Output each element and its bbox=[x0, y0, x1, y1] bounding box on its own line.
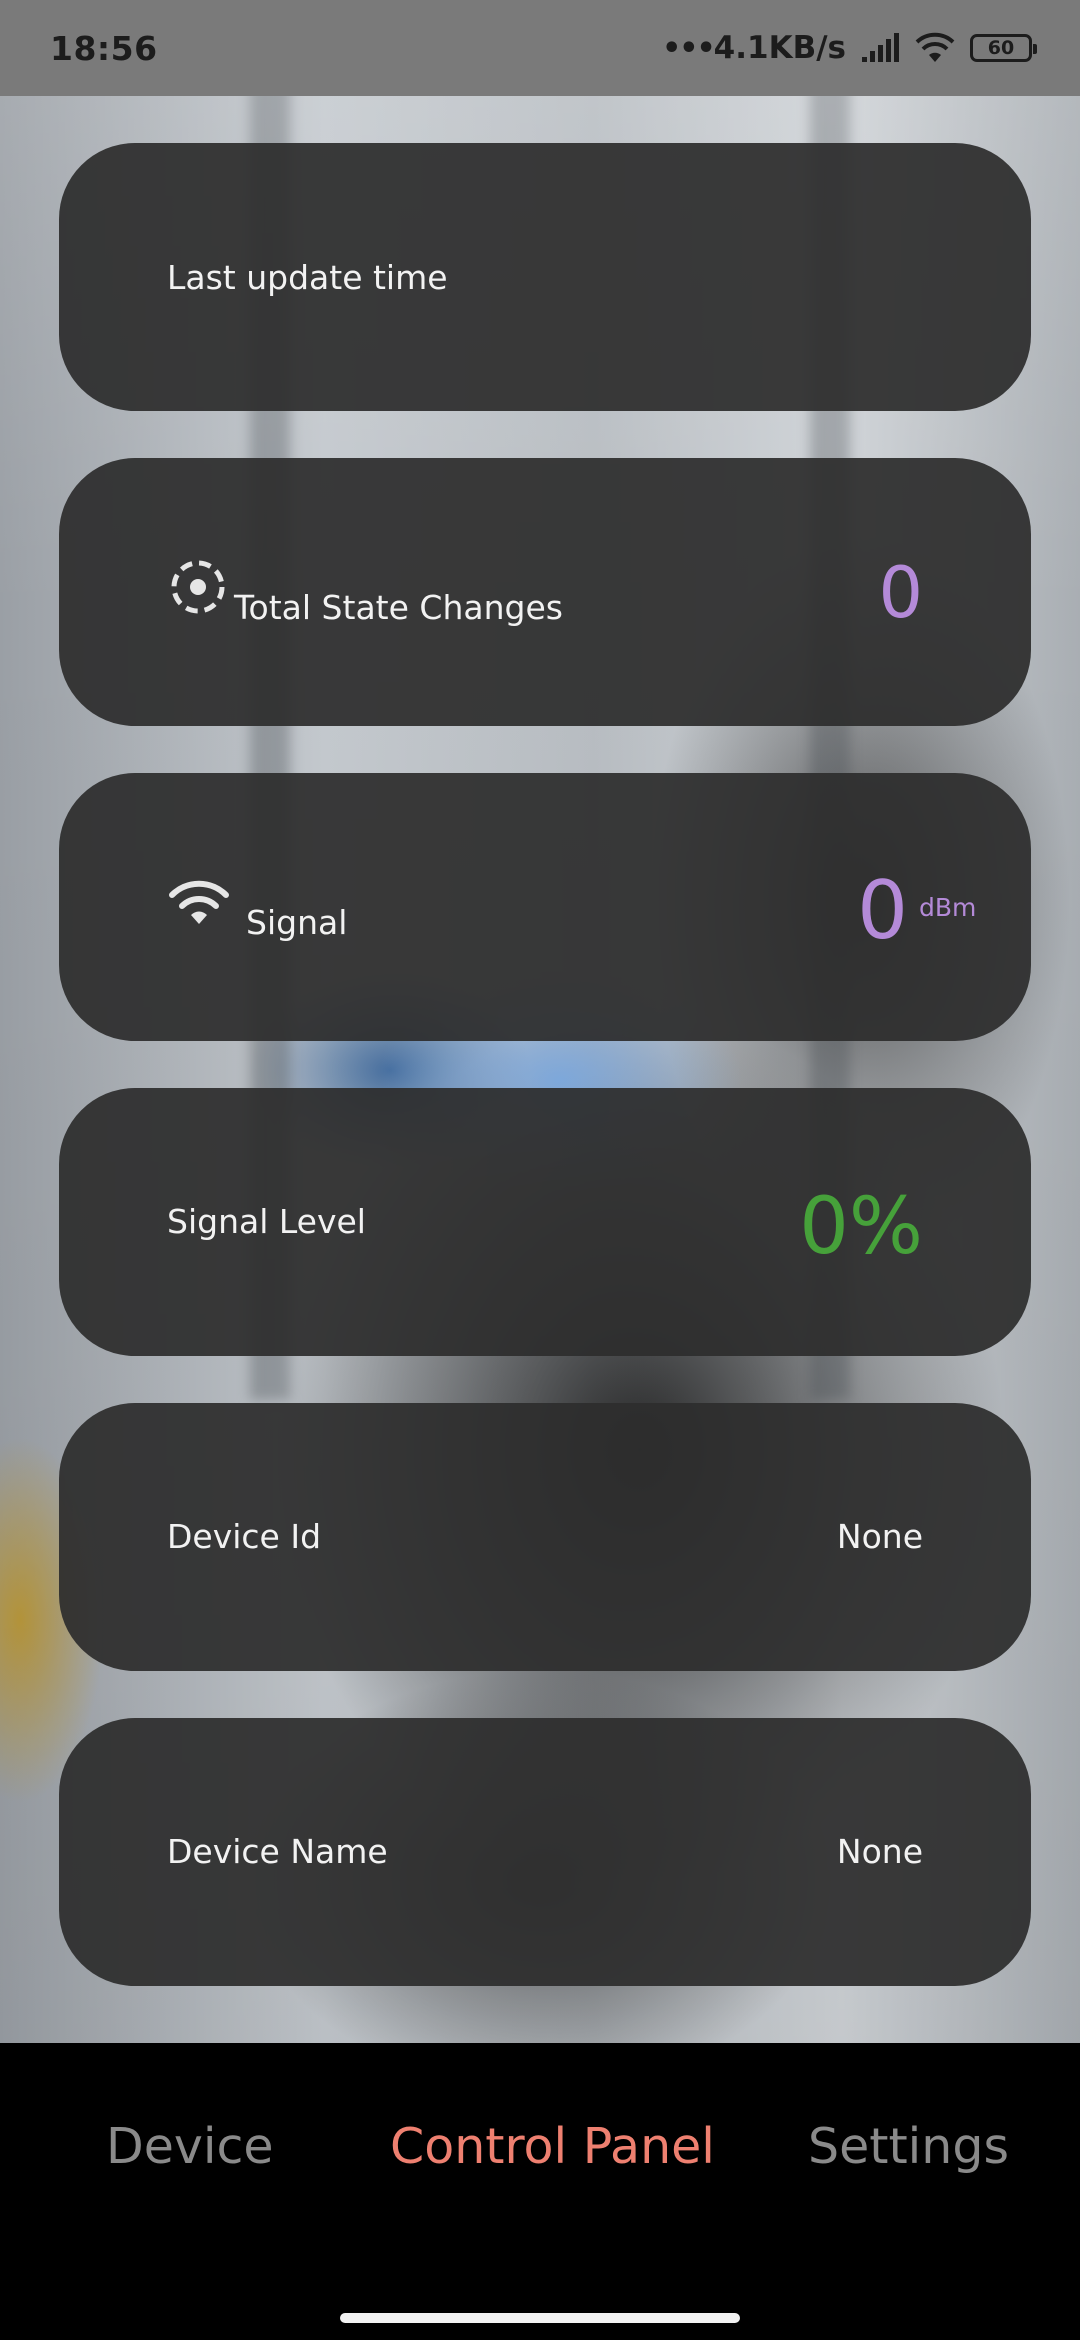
nav-tab-device[interactable]: Device bbox=[106, 2118, 274, 2175]
card-signal: Signal 0 dBm bbox=[59, 773, 1031, 1041]
device-name-value: None bbox=[836, 1832, 923, 1871]
card-device-name: Device Name None bbox=[59, 1718, 1031, 1986]
device-name-label: Device Name bbox=[167, 1832, 388, 1871]
signal-unit: dBm bbox=[919, 893, 977, 922]
signal-level-label: Signal Level bbox=[167, 1202, 366, 1241]
network-speed: •••4.1KB/s bbox=[662, 30, 846, 66]
cellular-signal-icon bbox=[862, 33, 899, 62]
more-notifications-icon: ••• bbox=[662, 31, 716, 66]
status-bar: 18:56 •••4.1KB/s 60 bbox=[0, 0, 1080, 96]
card-device-id: Device Id None bbox=[59, 1403, 1031, 1671]
status-icons: •••4.1KB/s 60 bbox=[662, 30, 1037, 66]
status-time: 18:56 bbox=[50, 28, 158, 68]
bottom-navigation bbox=[0, 2043, 1080, 2340]
signal-value: 0 bbox=[857, 864, 908, 957]
wifi-status-icon bbox=[915, 32, 955, 62]
device-id-value: None bbox=[836, 1517, 923, 1556]
dashed-circle-icon bbox=[171, 560, 225, 614]
signal-level-value: 0% bbox=[799, 1182, 923, 1272]
device-id-label: Device Id bbox=[167, 1517, 322, 1556]
signal-label: Signal bbox=[246, 903, 348, 942]
last-update-label: Last update time bbox=[167, 258, 448, 297]
state-changes-value: 0 bbox=[878, 552, 923, 634]
wifi-icon bbox=[169, 880, 229, 924]
screen: 18:56 •••4.1KB/s 60 Last update time Tot… bbox=[0, 0, 1080, 2340]
battery-level: 60 bbox=[987, 37, 1015, 59]
card-last-update-time: Last update time bbox=[59, 143, 1031, 411]
card-signal-level: Signal Level 0% bbox=[59, 1088, 1031, 1356]
state-changes-label: Total State Changes bbox=[234, 588, 563, 627]
nav-tab-control-panel[interactable]: Control Panel bbox=[390, 2118, 715, 2175]
home-indicator[interactable] bbox=[340, 2313, 740, 2323]
card-total-state-changes: Total State Changes 0 bbox=[59, 458, 1031, 726]
nav-tab-settings[interactable]: Settings bbox=[808, 2118, 1009, 2175]
battery-icon: 60 bbox=[970, 34, 1037, 62]
